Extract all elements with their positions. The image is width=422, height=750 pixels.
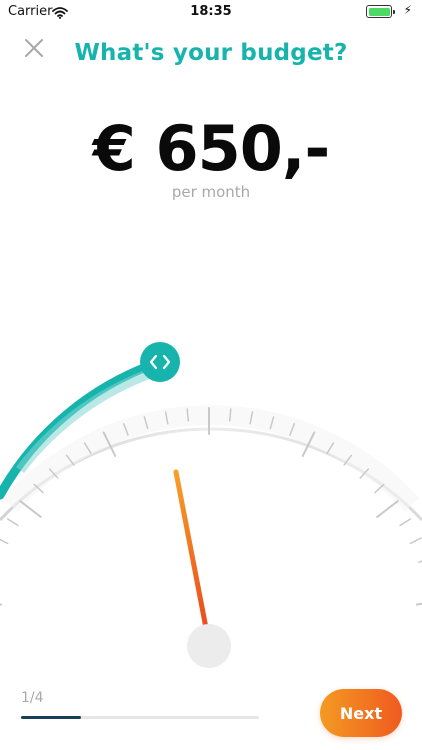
progress-fill — [21, 716, 81, 719]
gauge-track — [0, 427, 422, 522]
budget-gauge[interactable] — [0, 330, 422, 690]
gauge-tick — [0, 538, 9, 545]
status-bar: Carrier 18:35 ⚡ — [0, 0, 422, 24]
page-title: What's your budget? — [74, 40, 348, 66]
budget-period: per month — [171, 183, 251, 201]
gauge-tick — [409, 537, 422, 545]
gauge-needle — [173, 469, 209, 631]
step-indicator: 1/4 — [21, 690, 44, 706]
gauge-tick — [0, 603, 3, 606]
status-time: 18:35 — [190, 4, 232, 19]
charging-icon: ⚡ — [403, 3, 412, 17]
gauge-tick — [415, 602, 422, 606]
progress-bar — [21, 716, 259, 719]
next-button[interactable]: Next — [320, 689, 402, 737]
gauge-tick — [399, 518, 412, 527]
budget-amount: € 650,- — [92, 112, 330, 185]
gauge-tick — [6, 518, 19, 527]
gauge-pivot — [187, 624, 231, 668]
gauge-tick — [19, 500, 42, 518]
battery-icon — [366, 5, 395, 18]
gauge-tick — [376, 500, 399, 518]
slider-handle[interactable] — [140, 342, 180, 382]
